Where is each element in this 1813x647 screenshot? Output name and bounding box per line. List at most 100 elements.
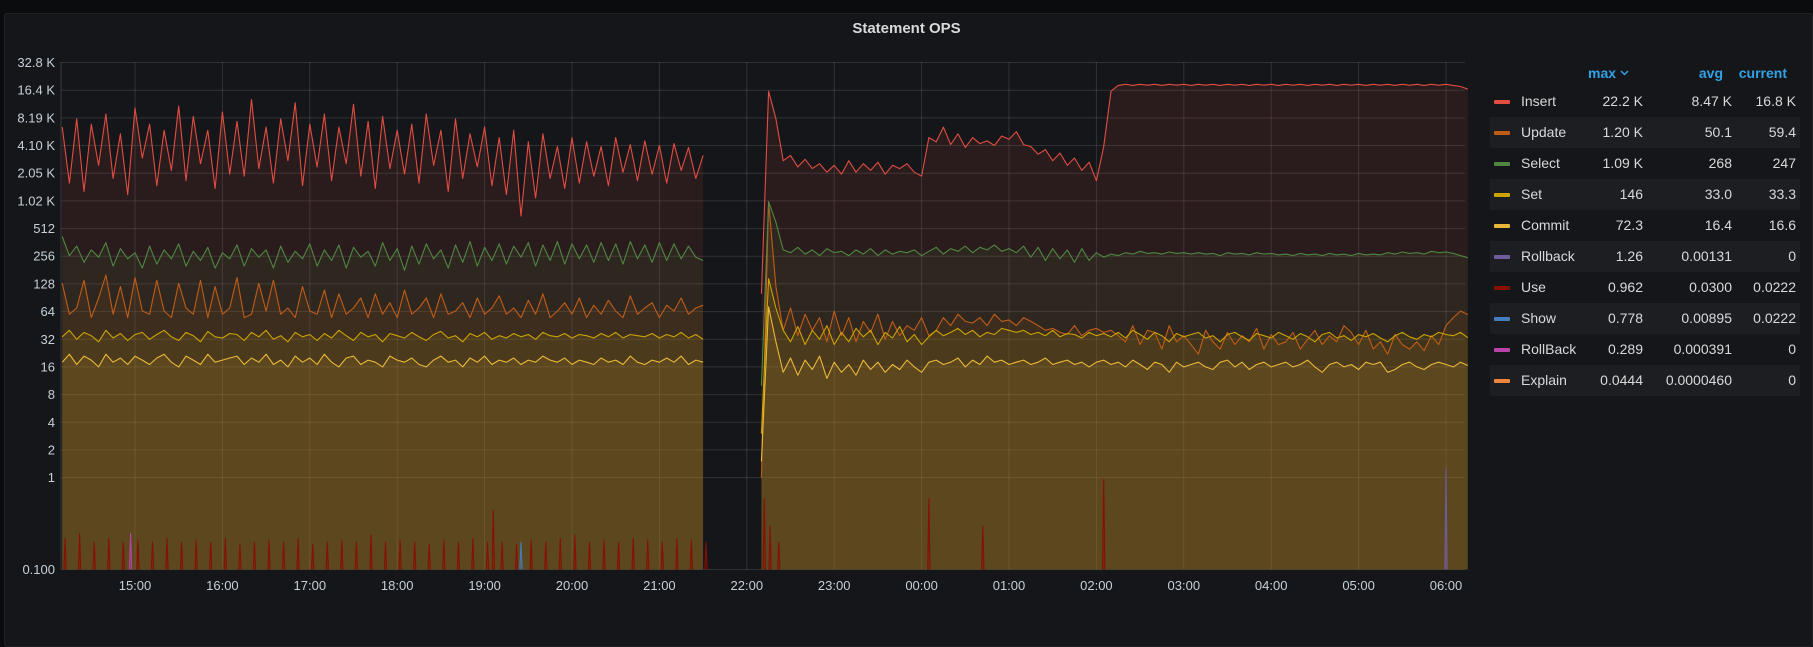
legend-header-avg[interactable]: avg [1699, 65, 1723, 81]
legend-row-show[interactable]: Show 0.778 0.00895 0.0222 [1490, 303, 1800, 334]
y-tick-label: 4.10 K [17, 138, 55, 153]
legend-header-max[interactable]: max [1588, 65, 1629, 81]
series-current: 0 [1788, 248, 1796, 264]
series-name[interactable]: Insert [1521, 93, 1556, 109]
legend-row-insert[interactable]: Insert 22.2 K 8.47 K 16.8 K [1490, 86, 1800, 117]
y-tick-label: 8 [48, 387, 55, 402]
x-tick-label: 02:00 [1080, 578, 1113, 593]
series-avg: 16.4 [1704, 217, 1732, 233]
max-label: max [1588, 65, 1617, 81]
legend-row-explain[interactable]: Explain 0.0444 0.0000460 0 [1490, 365, 1800, 396]
y-tick-label: 16 [41, 359, 55, 374]
series-max: 0.962 [1607, 279, 1643, 295]
series-avg: 0.0300 [1689, 279, 1732, 295]
series-name[interactable]: Commit [1521, 217, 1569, 233]
y-tick-label: 2.05 K [17, 166, 55, 181]
series-current: 16.8 K [1755, 93, 1796, 109]
x-tick-label: 04:00 [1255, 578, 1288, 593]
x-tick-label: 20:00 [556, 578, 589, 593]
legend-row-rollback[interactable]: Rollback 1.26 0.00131 0 [1490, 241, 1800, 272]
x-tick-label: 05:00 [1342, 578, 1375, 593]
legend-table: max avg current Insert 22.2 K 8.47 K 16.… [1490, 62, 1800, 396]
y-axis: 32.8 K 16.4 K 8.19 K 4.10 K 2.05 K 1.02 K 512 2… [17, 55, 55, 577]
chevron-down-icon [1620, 70, 1629, 76]
series-color-swatch[interactable] [1494, 193, 1510, 197]
series-color-swatch[interactable] [1494, 131, 1510, 135]
series-name[interactable]: Use [1521, 279, 1546, 295]
series-avg: 50.1 [1704, 124, 1732, 140]
series-color-swatch[interactable] [1494, 224, 1510, 228]
x-tick-label: 21:00 [643, 578, 676, 593]
y-tick-label: 128 [33, 276, 55, 291]
series-avg: 8.47 K [1691, 93, 1732, 109]
x-tick-label: 00:00 [905, 578, 938, 593]
series-avg: 0.00131 [1681, 248, 1732, 264]
series-spike-use [704, 541, 708, 570]
x-tick-label: 22:00 [731, 578, 764, 593]
series-name[interactable]: Update [1521, 124, 1566, 140]
series-max: 0.0444 [1600, 372, 1643, 388]
series-name[interactable]: Show [1521, 310, 1556, 326]
series-name[interactable]: Explain [1521, 372, 1567, 388]
y-tick-label: 1 [48, 470, 55, 485]
series-max: 72.3 [1615, 217, 1643, 233]
series-color-swatch[interactable] [1494, 286, 1510, 290]
series-max: 0.778 [1607, 310, 1643, 326]
y-tick-label: 16.4 K [17, 83, 55, 98]
x-tick-label: 18:00 [381, 578, 414, 593]
series-color-swatch[interactable] [1494, 348, 1510, 352]
x-tick-label: 06:00 [1430, 578, 1463, 593]
y-tick-label: 0.100 [22, 562, 55, 577]
legend-header: max avg current [1490, 62, 1800, 86]
y-tick-label: 32.8 K [17, 55, 55, 70]
x-tick-label: 03:00 [1168, 578, 1201, 593]
legend-row-set[interactable]: Set 146 33.0 33.3 [1490, 179, 1800, 210]
x-tick-label: 01:00 [993, 578, 1026, 593]
x-tick-label: 17:00 [294, 578, 327, 593]
y-tick-label: 32 [41, 332, 55, 347]
series-current: 33.3 [1768, 186, 1796, 202]
x-tick-label: 23:00 [818, 578, 851, 593]
series-avg: 268 [1708, 155, 1732, 171]
chart-plot: 32.8 K 16.4 K 8.19 K 4.10 K 2.05 K 1.02 K 512 2… [17, 55, 1469, 593]
series-color-swatch[interactable] [1494, 317, 1510, 321]
series-color-swatch[interactable] [1494, 379, 1510, 383]
series-avg: 0.00895 [1681, 310, 1732, 326]
series-name[interactable]: Select [1521, 155, 1560, 171]
series-current: 16.6 [1768, 217, 1796, 233]
y-tick-label: 64 [41, 304, 55, 319]
series-max: 1.20 K [1602, 124, 1643, 140]
series-max: 1.09 K [1602, 155, 1643, 171]
series-current: 59.4 [1768, 124, 1796, 140]
legend-row-select[interactable]: Select 1.09 K 268 247 [1490, 148, 1800, 179]
x-tick-label: 16:00 [206, 578, 239, 593]
series-max: 146 [1619, 186, 1643, 202]
series-avg: 0.000391 [1673, 341, 1732, 357]
legend-row-commit[interactable]: Commit 72.3 16.4 16.6 [1490, 210, 1800, 241]
y-tick-label: 256 [33, 249, 55, 264]
series-name[interactable]: Set [1521, 186, 1542, 202]
y-tick-label: 2 [48, 442, 55, 457]
series-name[interactable]: Rollback [1521, 248, 1575, 264]
y-tick-label: 4 [48, 415, 55, 430]
series-fill-commit [62, 354, 704, 570]
series-name[interactable]: RollBack [1521, 341, 1576, 357]
series-avg: 33.0 [1704, 186, 1732, 202]
series-current: 0.0222 [1753, 279, 1796, 295]
series-current: 247 [1772, 155, 1796, 171]
x-axis: 15:00 16:00 17:00 18:00 19:00 20:00 21:00 22:00… [119, 578, 1463, 593]
series-avg: 0.0000460 [1665, 372, 1732, 388]
legend-row-rollback[interactable]: RollBack 0.289 0.000391 0 [1490, 334, 1800, 365]
y-tick-label: 512 [33, 221, 55, 236]
series-current: 0 [1788, 372, 1796, 388]
y-tick-label: 8.19 K [17, 110, 55, 125]
legend-row-use[interactable]: Use 0.962 0.0300 0.0222 [1490, 272, 1800, 303]
legend-header-current[interactable]: current [1739, 65, 1787, 81]
series-max: 0.289 [1607, 341, 1643, 357]
x-tick-label: 15:00 [119, 578, 152, 593]
series-max: 1.26 [1615, 248, 1643, 264]
series-color-swatch[interactable] [1494, 100, 1510, 104]
legend-row-update[interactable]: Update 1.20 K 50.1 59.4 [1490, 117, 1800, 148]
series-color-swatch[interactable] [1494, 255, 1510, 259]
series-color-swatch[interactable] [1494, 162, 1510, 166]
